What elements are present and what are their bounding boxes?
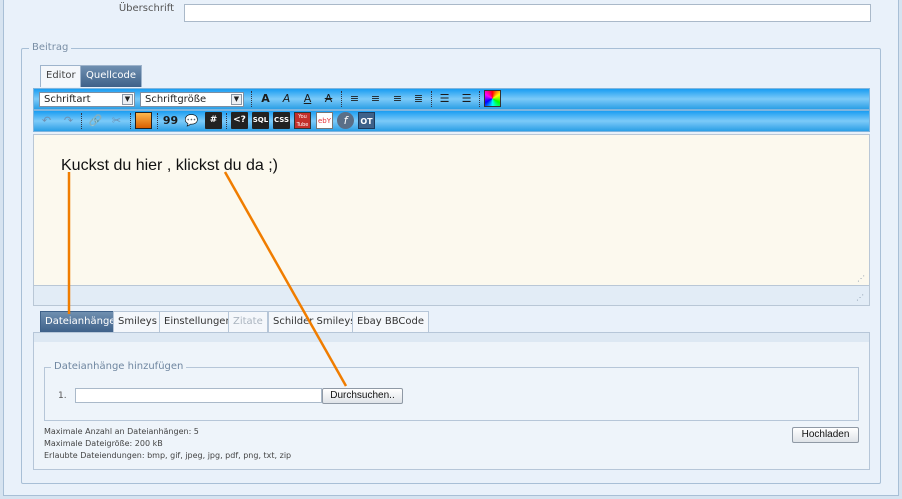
align-center-icon[interactable]: ≡ (367, 90, 384, 107)
css-code-icon[interactable]: CSS (273, 112, 290, 129)
tab-source-code[interactable]: Quellcode (80, 65, 143, 87)
tab-attachments[interactable]: Dateianhänge (40, 311, 121, 333)
browse-button[interactable]: Durchsuchen.. (322, 388, 403, 404)
max-attachments-info: Maximale Anzahl an Dateianhängen: 5 (44, 427, 199, 436)
youtube-icon[interactable]: You Tube (294, 112, 311, 129)
comment-icon[interactable]: 💬 (183, 112, 200, 129)
editor-status-bar (33, 286, 870, 306)
tab-editor[interactable]: Editor (40, 65, 82, 87)
flash-icon[interactable]: f (337, 112, 354, 129)
bold-icon[interactable]: A (257, 90, 274, 107)
attachment-row-number: 1. (58, 391, 67, 401)
ebay-icon[interactable]: ebY (316, 112, 333, 129)
toolbar-separator (341, 91, 342, 107)
resize-handle-icon[interactable]: ⋰ (856, 293, 864, 302)
tab-sign-smileys[interactable]: Schilder Smileys (268, 311, 361, 333)
font-size-select-value: Schriftgröße (145, 94, 207, 105)
tab-quotes: Zitate (228, 311, 268, 333)
offtopic-icon[interactable]: OT (358, 112, 375, 129)
chevron-down-icon: ▼ (231, 94, 242, 105)
numbered-list-icon[interactable]: ☰ (458, 90, 475, 107)
toolbar-separator (251, 91, 252, 107)
redo-icon[interactable]: ↷ (60, 112, 77, 129)
strikethrough-icon[interactable]: A (320, 90, 337, 107)
image-icon[interactable] (135, 112, 152, 129)
heading-input[interactable] (184, 4, 871, 22)
align-justify-icon[interactable]: ≣ (410, 90, 427, 107)
post-legend: Beitrag (29, 42, 72, 53)
undo-icon[interactable]: ↶ (38, 112, 55, 129)
php-code-icon[interactable]: <? (231, 112, 248, 129)
toolbar-separator (81, 113, 82, 129)
italic-icon[interactable]: A (278, 90, 295, 107)
toolbar-separator (431, 91, 432, 107)
bullet-list-icon[interactable]: ☰ (436, 90, 453, 107)
underline-icon[interactable]: A (299, 90, 316, 107)
max-filesize-info: Maximale Dateigröße: 200 kB (44, 439, 163, 448)
quote-icon[interactable]: 99 (162, 112, 179, 129)
toolbar-separator (130, 113, 131, 129)
font-family-select[interactable]: Schriftart ▼ (39, 92, 135, 107)
color-picker-icon[interactable] (484, 90, 501, 107)
resize-grip-icon[interactable]: ⋰ (857, 274, 865, 283)
toolbar-separator (226, 113, 227, 129)
toolbar-separator (479, 91, 480, 107)
upload-button[interactable]: Hochladen (792, 427, 859, 443)
attachments-legend: Dateianhänge hinzufügen (51, 361, 187, 372)
attachments-panel-header (34, 333, 869, 342)
align-right-icon[interactable]: ≡ (389, 90, 406, 107)
sql-code-icon[interactable]: SQL (252, 112, 269, 129)
toolbar-row-2 (33, 110, 870, 132)
allowed-extensions-info: Erlaubte Dateiendungen: bmp, gif, jpeg, … (44, 451, 292, 460)
hash-icon[interactable]: # (205, 112, 222, 129)
font-size-select[interactable]: Schriftgröße ▼ (140, 92, 244, 107)
tab-settings[interactable]: Einstellungen (159, 311, 237, 333)
heading-label: Überschrift (118, 3, 174, 14)
tab-ebay-bbcode[interactable]: Ebay BBCode (352, 311, 430, 333)
chevron-down-icon: ▼ (122, 94, 133, 105)
toolbar-separator (157, 113, 158, 129)
editor-content: Kuckst du hier , klickst du da ;) (61, 157, 278, 174)
font-family-select-value: Schriftart (44, 94, 91, 105)
align-left-icon[interactable]: ≡ (346, 90, 363, 107)
link-icon[interactable]: 🔗 (87, 112, 104, 129)
tab-smileys[interactable]: Smileys (113, 311, 162, 333)
unlink-icon[interactable]: ✂ (108, 112, 125, 129)
file-path-input[interactable] (75, 388, 322, 403)
